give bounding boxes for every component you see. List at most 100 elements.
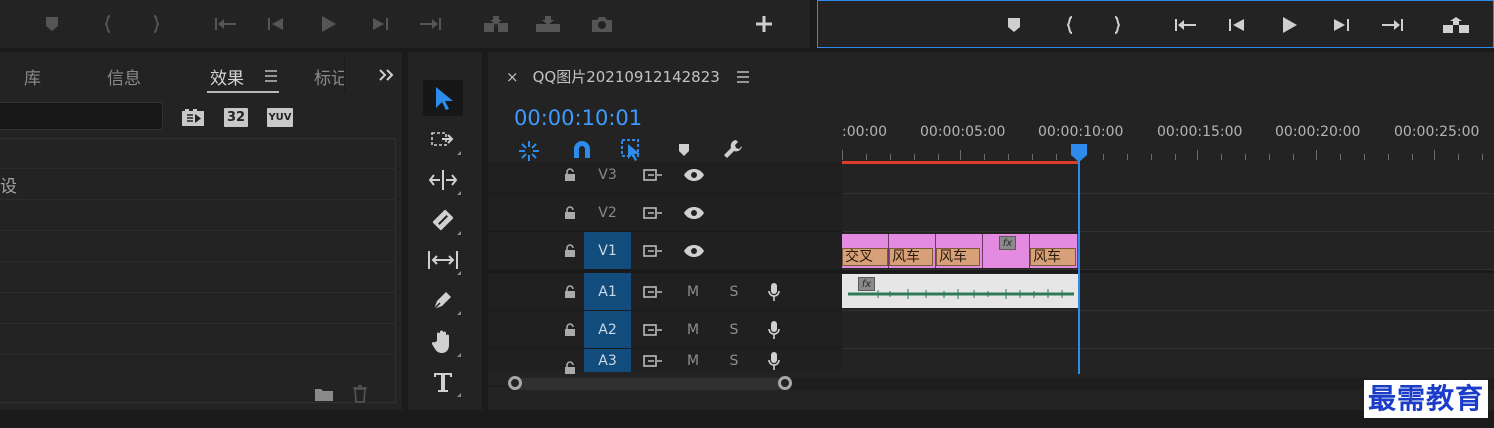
track-lane-v2[interactable] (842, 194, 1494, 232)
track-target-a1[interactable]: A1 (584, 273, 631, 310)
lock-icon[interactable] (562, 194, 578, 231)
track-target-v3[interactable]: V3 (584, 156, 631, 193)
hand-tool[interactable] (423, 324, 463, 360)
timeline-zoom-scrollbar[interactable] (508, 374, 1494, 394)
step-back-button[interactable] (1223, 11, 1251, 39)
new-bin-icon[interactable] (314, 386, 334, 402)
go-to-in-button[interactable] (1172, 11, 1200, 39)
accelerated-effects-icon[interactable] (181, 108, 205, 127)
video-clip[interactable]: 风车 (1030, 234, 1078, 268)
track-select-tool[interactable] (423, 122, 463, 158)
selection-tool[interactable] (423, 80, 463, 116)
trash-icon[interactable] (352, 385, 368, 403)
zoom-handle-left[interactable] (508, 376, 522, 390)
track-target-v1[interactable]: V1 (584, 232, 631, 269)
eye-icon[interactable] (682, 156, 706, 193)
playhead-timecode[interactable]: 00:00:10:01 (514, 106, 642, 130)
track-target-a3[interactable]: A3 (584, 349, 631, 372)
sync-lock-icon[interactable] (642, 232, 664, 269)
sync-lock-icon[interactable] (642, 273, 664, 310)
mute-button[interactable]: M (685, 311, 701, 348)
video-clip[interactable]: 交叉 (842, 234, 889, 268)
sync-lock-icon[interactable] (642, 311, 664, 348)
go-to-out-button[interactable] (1378, 11, 1406, 39)
list-item[interactable] (0, 139, 395, 169)
track-lane-a1[interactable]: fx (842, 273, 1494, 311)
play-button[interactable] (314, 10, 342, 38)
time-ruler[interactable]: :00:00 00:00:05:00 00:00:10:00 00:00:15:… (842, 112, 1494, 168)
solo-button[interactable]: S (726, 273, 742, 310)
mark-in-button[interactable] (94, 10, 122, 38)
sequence-tab[interactable]: × QQ图片20210912142823 (506, 66, 750, 87)
tab-info[interactable]: 信息 (107, 64, 141, 89)
video-clip[interactable]: 风车 (936, 234, 983, 268)
video-clip[interactable]: 风车 (889, 234, 936, 268)
list-item[interactable] (0, 325, 395, 355)
list-item[interactable]: 设 (0, 170, 395, 200)
sync-lock-icon[interactable] (642, 349, 664, 372)
tab-effects[interactable]: 效果 (210, 64, 244, 89)
more-panels-icon[interactable] (378, 68, 396, 82)
add-marker-icon[interactable] (678, 143, 690, 157)
track-lane-a2[interactable] (842, 311, 1494, 349)
audio-clip[interactable]: fx (842, 274, 1078, 308)
panel-menu-icon[interactable] (264, 70, 278, 82)
mark-in-button[interactable] (1056, 11, 1084, 39)
lock-icon[interactable] (562, 232, 578, 269)
play-button[interactable] (1275, 11, 1303, 39)
lock-icon[interactable] (562, 311, 578, 348)
mark-out-button[interactable] (1103, 11, 1131, 39)
track-lane-v1[interactable]: 交叉 风车 风车 fx 风车 (842, 232, 1494, 270)
track-target-a2[interactable]: A2 (584, 311, 631, 348)
lift-button[interactable] (1442, 11, 1470, 39)
step-forward-button[interactable] (366, 10, 394, 38)
slip-tool[interactable] (423, 242, 463, 278)
go-to-in-button[interactable] (212, 10, 240, 38)
microphone-icon[interactable] (766, 311, 782, 348)
effects-search-input[interactable] (0, 102, 163, 130)
mark-out-button[interactable] (142, 10, 170, 38)
button-editor-button[interactable] (750, 10, 778, 38)
scrollbar-thumb[interactable] (514, 378, 786, 390)
ripple-edit-tool[interactable] (423, 162, 463, 198)
export-frame-button[interactable] (588, 10, 616, 38)
tab-markers[interactable]: 标记 (314, 64, 344, 89)
sync-lock-icon[interactable] (642, 156, 664, 193)
list-item[interactable] (0, 232, 395, 262)
type-tool[interactable] (423, 364, 463, 400)
overwrite-button[interactable] (534, 10, 562, 38)
32bit-effects-icon[interactable]: 32 (224, 108, 248, 127)
pen-tool[interactable] (423, 282, 463, 318)
track-target-v2[interactable]: V2 (584, 194, 631, 231)
panel-menu-icon[interactable] (736, 70, 750, 83)
mute-button[interactable]: M (685, 273, 701, 310)
sync-lock-icon[interactable] (642, 194, 664, 231)
add-marker-button[interactable] (1000, 11, 1028, 39)
track-lane-a3[interactable] (842, 349, 1494, 372)
go-to-out-button[interactable] (416, 10, 444, 38)
eye-icon[interactable] (682, 194, 706, 231)
list-item[interactable] (0, 201, 395, 231)
close-icon[interactable]: × (506, 68, 519, 86)
lock-icon[interactable] (562, 273, 578, 310)
solo-button[interactable]: S (726, 311, 742, 348)
yuv-effects-icon[interactable]: YUV (267, 108, 293, 127)
mute-button[interactable]: M (685, 349, 701, 372)
tab-libraries[interactable]: 库 (24, 64, 41, 89)
add-marker-button[interactable] (38, 10, 66, 38)
playhead-line[interactable] (1078, 144, 1080, 374)
eye-icon[interactable] (682, 232, 706, 269)
list-item[interactable] (0, 263, 395, 293)
video-clip[interactable]: fx (983, 234, 1030, 268)
insert-button[interactable] (482, 10, 510, 38)
microphone-icon[interactable] (766, 273, 782, 310)
step-forward-button[interactable] (1327, 11, 1355, 39)
lock-icon[interactable] (562, 156, 578, 193)
razor-tool[interactable] (423, 202, 463, 238)
solo-button[interactable]: S (726, 349, 742, 372)
list-item[interactable] (0, 294, 395, 324)
microphone-icon[interactable] (766, 349, 782, 372)
step-back-button[interactable] (262, 10, 290, 38)
track-lane-v3[interactable] (842, 162, 1494, 194)
zoom-handle-right[interactable] (778, 376, 792, 390)
